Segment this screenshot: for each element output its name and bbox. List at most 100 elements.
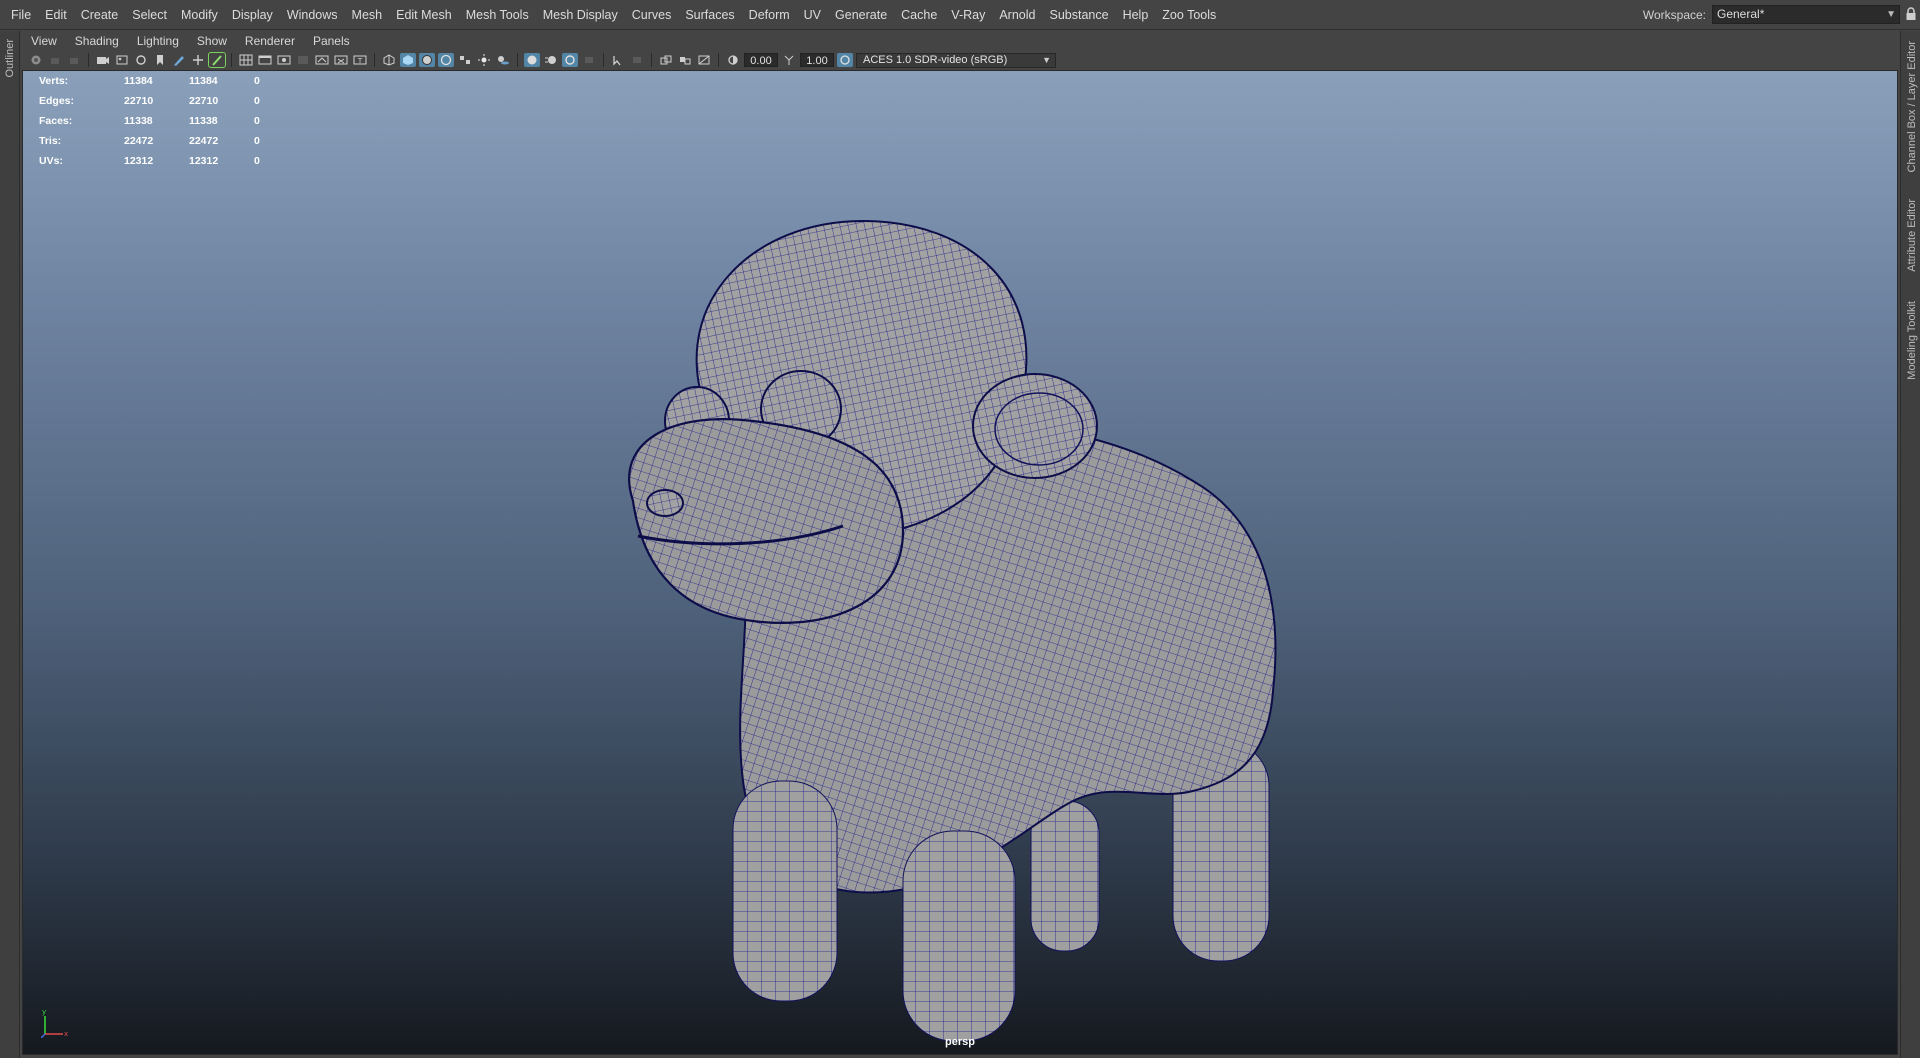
panel-menu-view[interactable]: View (22, 31, 66, 51)
channel-box-tab[interactable]: Channel Box / Layer Editor (1906, 41, 1918, 172)
menu-modify[interactable]: Modify (174, 0, 225, 30)
camera-label: persp (945, 1036, 975, 1048)
image-plane-icon[interactable] (114, 53, 130, 67)
perspective-viewport[interactable]: Verts: 11384 11384 0 Edges: 22710 22710 0 Faces:… (22, 70, 1898, 1055)
back-right-leg (1030, 800, 1100, 952)
exposure-icon[interactable] (725, 53, 741, 67)
toolbar-separator (231, 53, 232, 67)
film-gate-overlay-icon[interactable] (257, 53, 273, 67)
grease-pencil-icon[interactable] (171, 53, 187, 67)
film-gate-icon[interactable] (133, 53, 149, 67)
menu-zoo-tools[interactable]: Zoo Tools (1155, 0, 1223, 30)
wireframe-monkey-model[interactable] (593, 181, 1293, 1041)
menu-help[interactable]: Help (1116, 0, 1156, 30)
menu-create[interactable]: Create (74, 0, 126, 30)
panel-menu-shading[interactable]: Shading (66, 31, 128, 51)
axis-gizmo-icon: y x (41, 1008, 68, 1038)
wireframe-icon[interactable] (381, 53, 397, 67)
lock-camera-icon[interactable] (47, 53, 63, 67)
hud-value: 11338 (189, 115, 218, 127)
hud-value: 22710 (124, 95, 154, 107)
hud-label: Edges: (39, 95, 75, 107)
anti-aliasing-icon[interactable] (562, 53, 578, 67)
default-material-icon[interactable] (438, 53, 454, 67)
hud-value: 0 (254, 135, 260, 147)
outliner-strip: Outliner (0, 31, 20, 1058)
menu-generate[interactable]: Generate (828, 0, 894, 30)
camera-icon[interactable] (95, 53, 111, 67)
screen-space-ao-icon[interactable] (524, 53, 540, 67)
panel-menu-renderer[interactable]: Renderer (236, 31, 304, 51)
menu-mesh[interactable]: Mesh (345, 0, 390, 30)
motion-blur-icon[interactable] (543, 53, 559, 67)
panel-menu-panels[interactable]: Panels (304, 31, 359, 51)
menu-mesh-tools[interactable]: Mesh Tools (459, 0, 536, 30)
smooth-shade-icon[interactable] (400, 53, 416, 67)
gate-mask-icon[interactable] (295, 53, 311, 67)
isolate-select-icon[interactable] (610, 53, 626, 67)
shadows-icon[interactable] (495, 53, 511, 67)
hud-value: 22472 (124, 135, 154, 147)
menu-windows[interactable]: Windows (280, 0, 345, 30)
right-tab-strip: Channel Box / Layer Editor Attribute Edi… (1900, 31, 1920, 1058)
menu-cache[interactable]: Cache (894, 0, 944, 30)
menu-select[interactable]: Select (125, 0, 174, 30)
panel-menu-bar: View Shading Lighting Show Renderer Panels (22, 31, 1898, 51)
hud-row: Faces: 11338 11338 0 (39, 111, 319, 131)
xray-icon[interactable] (629, 53, 645, 67)
color-management-icon[interactable] (837, 53, 853, 67)
field-chart-icon[interactable] (314, 53, 330, 67)
bookmark-icon[interactable] (152, 53, 168, 67)
toolbar-separator (651, 53, 652, 67)
gamma-icon[interactable] (781, 53, 797, 67)
safe-title-icon[interactable]: T (352, 53, 368, 67)
hud-label: Verts: (39, 75, 69, 87)
camera-attributes-icon[interactable] (66, 53, 82, 67)
menu-substance[interactable]: Substance (1042, 0, 1115, 30)
brush-icon[interactable] (208, 52, 226, 68)
modeling-toolkit-tab[interactable]: Modeling Toolkit (1906, 301, 1918, 380)
backface-culling-icon[interactable] (696, 53, 712, 67)
safe-action-icon[interactable] (333, 53, 349, 67)
hud-value: 22710 (189, 95, 219, 107)
grid-icon[interactable] (238, 53, 254, 67)
main-menu-bar: File Edit Create Select Modify Display Windows… (0, 0, 1920, 30)
xray-active-components-icon[interactable] (658, 53, 674, 67)
hud-value: 12312 (189, 155, 219, 167)
workspace-dropdown[interactable]: General* ▼ (1712, 5, 1900, 24)
menu-v-ray[interactable]: V-Ray (944, 0, 992, 30)
select-camera-icon[interactable] (28, 53, 44, 67)
attribute-editor-tab[interactable]: Attribute Editor (1906, 199, 1918, 272)
menu-uv[interactable]: UV (797, 0, 828, 30)
textured-icon[interactable] (457, 53, 473, 67)
menu-surfaces[interactable]: Surfaces (678, 0, 741, 30)
menu-curves[interactable]: Curves (625, 0, 679, 30)
outliner-tab[interactable]: Outliner (4, 39, 16, 78)
chevron-down-icon: ▼ (1886, 9, 1896, 20)
menu-display[interactable]: Display (225, 0, 280, 30)
pivot-icon[interactable] (190, 53, 206, 67)
view-transform-dropdown[interactable]: ACES 1.0 SDR-video (sRGB) ▼ (856, 52, 1056, 68)
front-left-leg (732, 780, 838, 1002)
depth-of-field-icon[interactable] (581, 53, 597, 67)
menu-edit[interactable]: Edit (38, 0, 74, 30)
exposure-field[interactable]: 0.00 (744, 53, 778, 67)
menu-deform[interactable]: Deform (742, 0, 797, 30)
lock-icon[interactable] (1905, 7, 1917, 21)
panel-menu-lighting[interactable]: Lighting (128, 31, 188, 51)
hud-value: 0 (254, 75, 260, 87)
hud-row: Tris: 22472 22472 0 (39, 131, 319, 151)
gamma-field[interactable]: 1.00 (800, 53, 834, 67)
resolution-gate-icon[interactable] (276, 53, 292, 67)
nose (646, 489, 684, 517)
xray-joints-icon[interactable] (677, 53, 693, 67)
wireframe-on-shaded-icon[interactable] (419, 53, 435, 67)
use-all-lights-icon[interactable] (476, 53, 492, 67)
front-right-leg (902, 830, 1016, 1041)
menu-arnold[interactable]: Arnold (992, 0, 1042, 30)
panel-menu-show[interactable]: Show (188, 31, 236, 51)
menu-edit-mesh[interactable]: Edit Mesh (389, 0, 459, 30)
menu-file[interactable]: File (4, 0, 38, 30)
workspace-value: General* (1717, 7, 1765, 21)
menu-mesh-display[interactable]: Mesh Display (536, 0, 625, 30)
